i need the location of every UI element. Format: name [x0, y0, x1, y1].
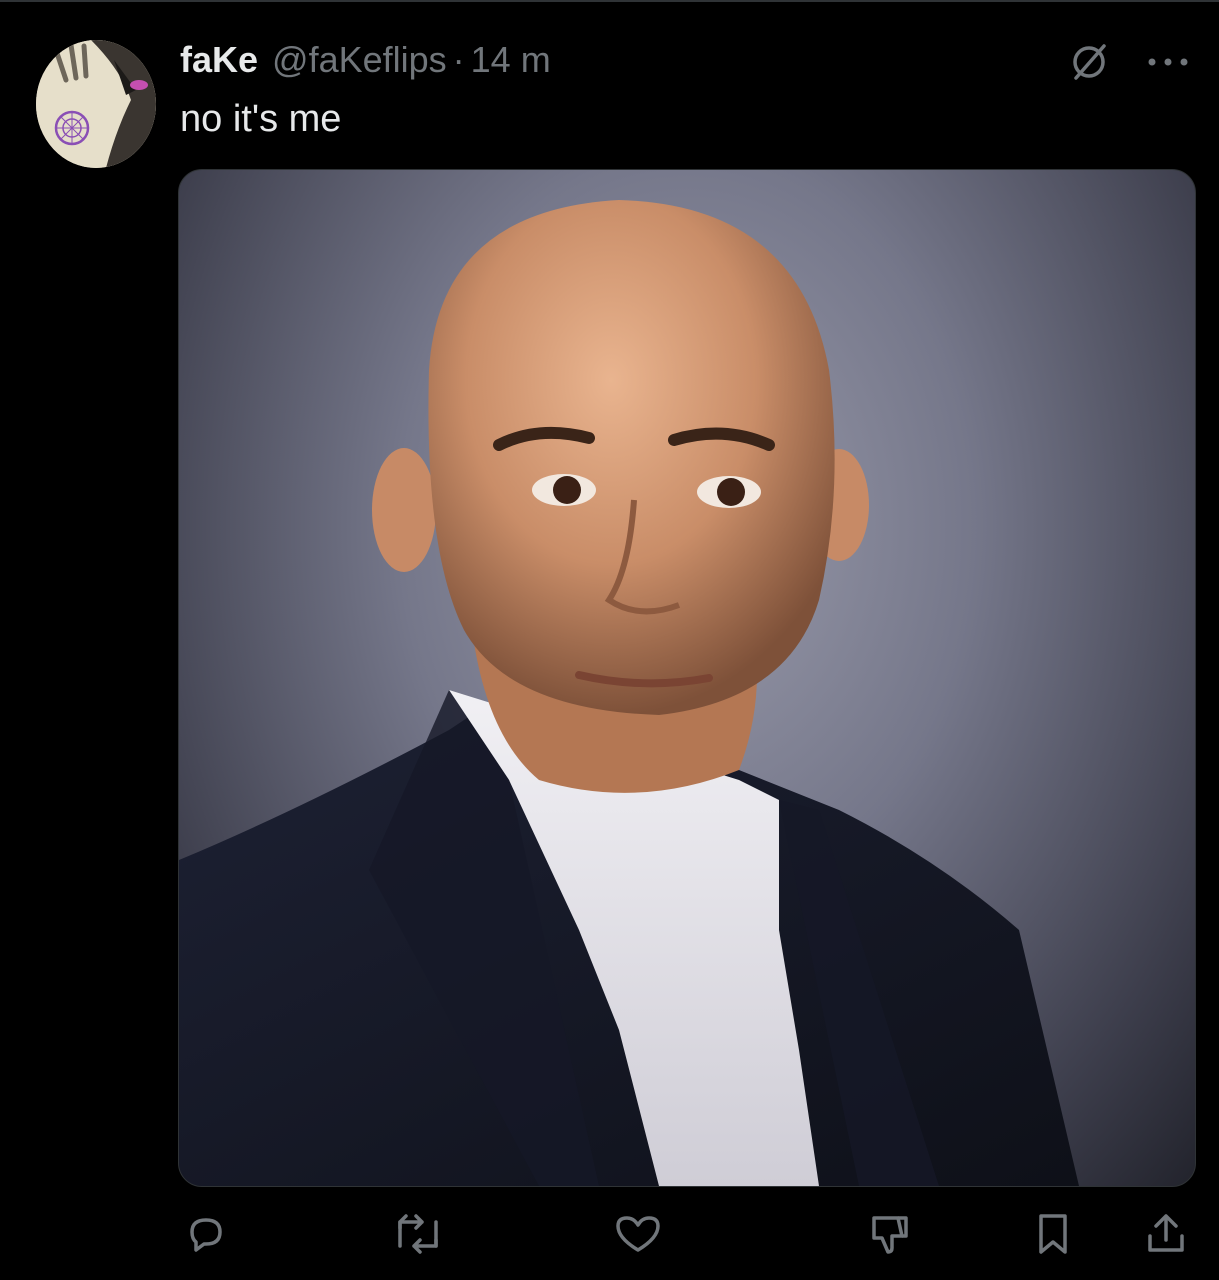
- repost-icon[interactable]: [388, 1204, 448, 1264]
- timestamp[interactable]: 14 m: [471, 38, 551, 82]
- portrait-photo: [179, 200, 1079, 1186]
- tweet-top-actions: [1067, 40, 1191, 84]
- tweet-photo[interactable]: [178, 169, 1196, 1187]
- more-icon[interactable]: [1145, 52, 1191, 72]
- dislike-icon[interactable]: [858, 1204, 918, 1264]
- handle[interactable]: @faKeflips: [272, 38, 447, 82]
- tweet-header: faKe @faKeflips · 14 m: [180, 38, 551, 82]
- display-name[interactable]: faKe: [180, 38, 258, 82]
- share-icon[interactable]: [1138, 1204, 1194, 1264]
- grok-icon[interactable]: [1067, 40, 1111, 84]
- like-icon[interactable]: [610, 1204, 666, 1264]
- bookmark-icon[interactable]: [1028, 1204, 1078, 1264]
- avatar[interactable]: [36, 40, 156, 168]
- separator-dot: ·: [452, 39, 465, 80]
- reply-icon[interactable]: [178, 1204, 234, 1264]
- tweet-actions: [178, 1204, 1194, 1264]
- avatar-image: [36, 40, 156, 168]
- tweet[interactable]: faKe @faKeflips · 14 m no it's me: [0, 0, 1219, 1280]
- tweet-text: no it's me: [180, 98, 342, 140]
